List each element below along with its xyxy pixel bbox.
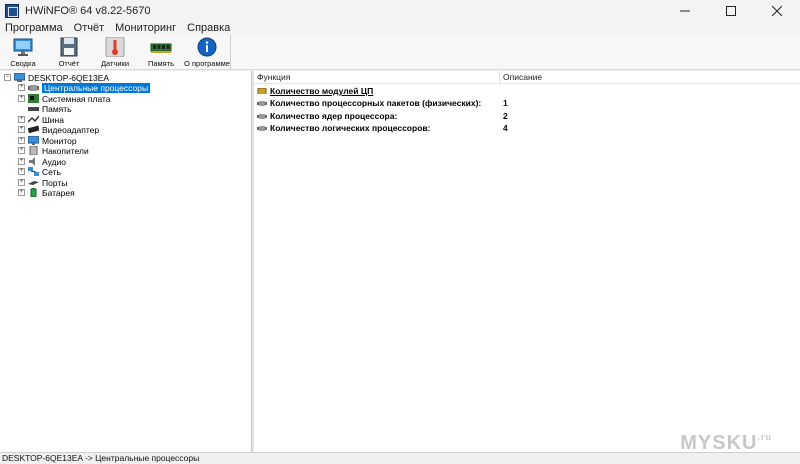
cpu-icon [257,126,267,131]
row-value: 4 [503,123,508,133]
memory-icon [28,107,39,111]
tree-item-label: Батарея [42,187,75,198]
expand-icon[interactable]: + [18,137,25,144]
close-icon [772,5,782,16]
battery-icon [30,188,37,197]
summary-label: Сводка [10,59,36,68]
status-text: DESKTOP-6QE13EA -> Центральные процессор… [2,453,200,463]
device-tree[interactable]: − DESKTOP-6QE13EA + Центральные процессо… [0,71,252,452]
tree-item-cpu[interactable]: + Центральные процессоры [18,82,151,93]
minimize-icon [680,10,690,11]
thermometer-icon [104,37,126,57]
tree-item-label: Порты [42,177,68,188]
list-row[interactable]: Количество модулей ЦП [254,85,800,97]
row-value: 2 [503,111,508,121]
row-name: Количество процессорных пакетов (физичес… [270,98,482,108]
memory-module-icon [150,37,172,57]
tree-item-memory[interactable]: Память [18,103,72,114]
expand-icon[interactable]: + [18,95,25,102]
toolbar: Сводка Отчёт Датчики Память О программе [0,35,800,70]
speaker-icon [29,157,35,166]
row-value: 1 [503,98,508,108]
report-label: Отчёт [58,59,80,68]
monitor-icon [12,37,34,57]
expand-icon[interactable]: + [18,84,25,91]
expand-icon[interactable]: + [18,147,25,154]
toolbar-group: Сводка Отчёт Датчики Память О программе [0,35,231,70]
gpu-icon [28,125,39,134]
computer-icon [14,73,25,82]
cpu-icon [28,85,39,91]
bus-icon [28,115,39,123]
drive-icon [29,146,38,155]
sensors-button[interactable]: Датчики [92,35,138,70]
cpu-module-icon [257,88,267,94]
row-name: Количество ядер процессора: [270,111,398,121]
tree-item-gpu[interactable]: + Видеоадаптер [18,124,99,135]
tree-item-drives[interactable]: + Накопители [18,145,89,156]
memory-label: Память [147,59,175,68]
summary-button[interactable]: Сводка [0,35,46,70]
about-button[interactable]: О программе [184,35,230,70]
tree-item-label: Аудио [42,156,66,167]
tree-item-label: Память [42,103,72,114]
cpu-icon [257,101,267,106]
maximize-icon [726,5,736,16]
list-row[interactable]: Количество ядер процессора: 2 [254,110,800,122]
cpu-icon [257,114,267,119]
tree-item-label: Накопители [42,145,89,156]
monitor-icon [28,136,39,145]
minimize-button[interactable] [662,0,708,21]
list-header: Функция Описание [254,71,800,84]
app-icon [5,3,19,18]
details-list[interactable]: Функция Описание Количество модулей ЦП К… [254,71,800,452]
status-bar: DESKTOP-6QE13EA -> Центральные процессор… [0,452,800,464]
list-row[interactable]: Количество логических процессоров: 4 [254,122,800,134]
expand-icon[interactable]: + [18,179,25,186]
tree-item-label: Шина [42,114,64,125]
port-icon [28,181,39,185]
tree-item-label: Системная плата [42,93,111,104]
collapse-icon[interactable]: − [4,74,11,81]
tree-item-label: Сеть [42,166,61,177]
tree-root-label: DESKTOP-6QE13EA [28,72,110,83]
tree-item-label: Центральные процессоры [42,82,151,93]
maximize-button[interactable] [708,0,754,21]
tree-item-network[interactable]: + Сеть [18,166,61,177]
menu-report[interactable]: Отчёт [69,22,110,34]
menu-help[interactable]: Справка [182,22,236,34]
menu-bar: Программа Отчёт Мониторинг Справка [0,21,800,35]
window-controls [662,0,800,21]
expand-icon[interactable]: + [18,158,25,165]
floppy-disk-icon [58,37,80,57]
tree-item-label: Монитор [42,135,77,146]
tree-item-battery[interactable]: + Батарея [18,187,75,198]
menu-program[interactable]: Программа [0,22,69,34]
expand-icon[interactable]: + [18,116,25,123]
title-bar: HWiNFO® 64 v8.22-5670 [0,0,800,21]
info-icon [196,37,218,57]
row-name: Количество модулей ЦП [270,86,374,96]
watermark-text: MYSKU [680,432,758,454]
list-row[interactable]: Количество процессорных пакетов (физичес… [254,97,800,109]
motherboard-icon [28,94,39,103]
tree-item-label: Видеоадаптер [42,124,100,135]
memory-button[interactable]: Память [138,35,184,70]
expand-icon[interactable]: + [18,189,25,196]
sensors-label: Датчики [100,59,130,68]
column-header-description[interactable]: Описание [500,71,800,84]
about-label: О программе [184,59,230,68]
window-title: HWiNFO® 64 v8.22-5670 [25,4,151,17]
watermark-suffix: .ru [757,432,772,442]
column-header-function[interactable]: Функция [254,71,500,84]
network-icon [28,167,39,176]
expand-icon[interactable]: + [18,126,25,133]
expand-icon[interactable]: + [18,168,25,175]
menu-monitoring[interactable]: Мониторинг [110,22,182,34]
close-button[interactable] [754,0,800,21]
report-button[interactable]: Отчёт [46,35,92,70]
row-name: Количество логических процессоров: [270,123,431,133]
